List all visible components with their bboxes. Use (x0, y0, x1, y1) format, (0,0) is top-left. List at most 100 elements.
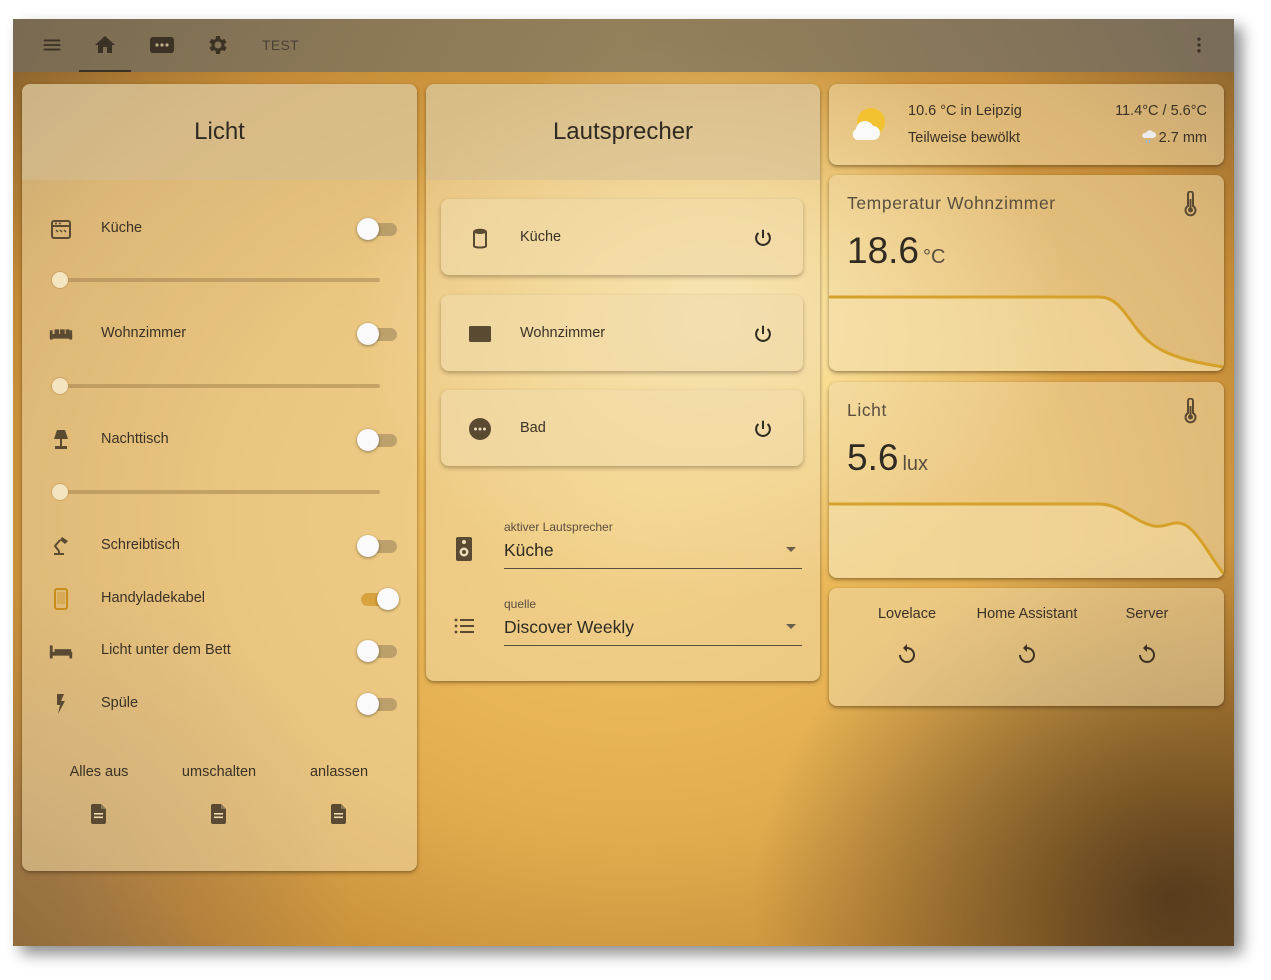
light-row-handyladekabel: Handyladekabel (22, 583, 417, 613)
field-value: Küche (504, 540, 554, 560)
source-dropdown[interactable]: quelle Discover Weekly (504, 590, 802, 646)
brightness-slider-nachttisch[interactable] (52, 484, 380, 500)
alles-aus-button[interactable]: Alles aus (39, 764, 159, 826)
speaker-label: Bad (520, 420, 546, 436)
action-label: umschalten (181, 764, 257, 780)
tab-test[interactable]: TEST (262, 37, 299, 53)
light-label: Spüle (101, 695, 139, 711)
active-speaker-select: aktiver Lautsprecher Küche (426, 513, 820, 573)
sofa-icon (48, 321, 74, 347)
light-row-licht-unter-dem-bett: Licht unter dem Bett (22, 635, 417, 665)
light-toggle-kueche[interactable] (357, 218, 399, 240)
light-row-spuele: Spüle (22, 688, 417, 718)
service-label: Server (1125, 606, 1169, 622)
lamp-icon (48, 427, 74, 453)
menu-icon[interactable] (32, 25, 72, 65)
light-label: Licht unter dem Bett (101, 642, 231, 658)
light-toggle-handyladekabel[interactable] (357, 588, 399, 610)
restart-icon (899, 644, 915, 663)
power-icon[interactable] (749, 415, 777, 443)
speaker-label: Küche (520, 229, 562, 245)
speaker-icon (450, 535, 478, 563)
light-toggle-nachttisch[interactable] (357, 429, 399, 451)
light-label: Schreibtisch (101, 537, 180, 553)
sensor-name: Temperatur Wohnzimmer (847, 193, 1056, 213)
light-row-kueche: Küche (22, 213, 417, 243)
partly-cloudy-icon (847, 104, 891, 144)
active-speaker-dropdown[interactable]: aktiver Lautsprecher Küche (504, 513, 802, 569)
top-app-bar: TEST (13, 19, 1234, 72)
restart-icon (1019, 644, 1035, 663)
licht-actions: Alles aus umschalten anlassen (22, 764, 417, 844)
restart-server-button[interactable]: Server (1087, 606, 1207, 666)
licht-card: Licht Küche Wohnzimmer Nachttisch Schrei… (22, 84, 417, 871)
remote-icon[interactable] (142, 25, 182, 65)
chevron-down-icon (786, 624, 796, 629)
stove-icon (48, 216, 74, 242)
field-label: aktiver Lautsprecher (504, 520, 613, 534)
light-sensor-card[interactable]: Licht 5.6 lux (829, 382, 1224, 578)
home-icon[interactable] (85, 25, 125, 65)
sensor-value-number: 18.6 (847, 230, 920, 271)
more-vert-icon[interactable] (1179, 25, 1219, 65)
restart-lovelace-button[interactable]: Lovelace (847, 606, 967, 666)
phone-icon (48, 586, 74, 612)
google-home-icon (467, 225, 493, 251)
field-value: Discover Weekly (504, 617, 634, 637)
gear-icon[interactable] (198, 25, 238, 65)
sensor-name: Licht (847, 400, 887, 420)
flash-icon (48, 691, 74, 717)
weather-condition: Teilweise bewölkt (908, 130, 1021, 146)
speaker-button-bad[interactable]: Bad (441, 390, 803, 466)
source-select: quelle Discover Weekly (426, 590, 820, 650)
weather-precipitation: 2.7 mm (1141, 130, 1207, 146)
power-icon[interactable] (749, 224, 777, 252)
dots-circle-icon (467, 416, 493, 442)
sensor-value: 18.6 °C (847, 230, 945, 272)
action-label: Alles aus (69, 764, 129, 780)
weather-card[interactable]: 10.6 °C in Leipzig Teilweise bewölkt 11.… (829, 84, 1224, 165)
speaker-button-kueche[interactable]: Küche (441, 199, 803, 275)
active-tab-indicator (79, 70, 131, 72)
speaker-button-wohnzimmer[interactable]: Wohnzimmer (441, 295, 803, 371)
light-toggle-schreibtisch[interactable] (357, 535, 399, 557)
light-label: Küche (101, 220, 143, 236)
sensor-value-number: 5.6 (847, 437, 899, 478)
brightness-slider-wohnzimmer[interactable] (52, 378, 380, 394)
thermometer-icon (1178, 397, 1202, 424)
restart-home-assistant-button[interactable]: Home Assistant (967, 606, 1087, 666)
light-row-nachttisch: Nachttisch (22, 424, 417, 454)
list-icon (450, 612, 478, 640)
service-label: Lovelace (877, 606, 937, 622)
thermometer-icon (1178, 190, 1202, 217)
script-icon (331, 804, 346, 824)
anlassen-button[interactable]: anlassen (279, 764, 399, 826)
sensor-value: 5.6 lux (847, 437, 928, 479)
temperature-sensor-card[interactable]: Temperatur Wohnzimmer 18.6 °C (829, 175, 1224, 371)
light-toggle-wohnzimmer[interactable] (357, 323, 399, 345)
services-card: Lovelace Home Assistant Server (829, 588, 1224, 706)
light-toggle-licht-unter-dem-bett[interactable] (357, 640, 399, 662)
brightness-slider-kueche[interactable] (52, 272, 380, 288)
tv-box-icon (467, 321, 493, 347)
bed-icon (48, 638, 74, 664)
sensor-unit: °C (923, 246, 946, 268)
dashboard: TEST Licht Küche Wohnzimmer Nachttisch S… (13, 19, 1234, 946)
rain-icon (1141, 130, 1156, 144)
chevron-down-icon (786, 547, 796, 552)
light-label: Handyladekabel (101, 590, 205, 606)
precipitation-value: 2.7 mm (1158, 130, 1207, 146)
lautsprecher-card-title: Lautsprecher (426, 84, 820, 180)
script-icon (211, 804, 226, 824)
restart-icon (1139, 644, 1155, 663)
speaker-label: Wohnzimmer (520, 325, 606, 341)
light-toggle-spuele[interactable] (357, 693, 399, 715)
temperature-history-graph (829, 295, 1224, 371)
weather-high-low: 11.4°C / 5.6°C (1115, 103, 1207, 119)
desk-lamp-icon (48, 533, 74, 559)
action-label: anlassen (309, 764, 369, 780)
umschalten-button[interactable]: umschalten (159, 764, 279, 826)
script-icon (91, 804, 106, 824)
service-label: Home Assistant (976, 606, 1078, 622)
power-icon[interactable] (749, 320, 777, 348)
